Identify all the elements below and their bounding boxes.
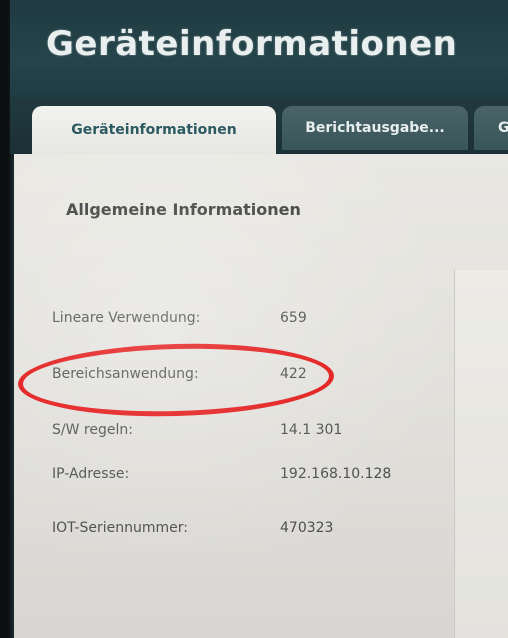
app-header: Geräteinformationen xyxy=(10,0,508,98)
info-panel: Allgemeine Informationen Lineare Verwend… xyxy=(14,154,508,638)
info-row-ip-address: IP-Adresse: 192.168.10.128 xyxy=(14,462,434,490)
page-title: Geräteinformationen xyxy=(46,24,458,64)
info-value: 659 xyxy=(280,310,307,326)
info-label: S/W regeln: xyxy=(52,422,133,438)
info-label: IP-Adresse: xyxy=(52,466,130,482)
device-screen: Geräteinformationen Geräteinformationen … xyxy=(0,0,508,638)
tab-berichtausgabe[interactable]: Berichtausgabe... xyxy=(282,106,468,150)
side-panel xyxy=(454,270,508,638)
info-label: Lineare Verwendung: xyxy=(52,310,201,326)
tab-third[interactable]: G xyxy=(474,106,508,150)
info-row-iot-serial: IOT-Seriennummer: 470323 xyxy=(14,516,434,544)
info-value: 470323 xyxy=(280,520,334,536)
info-value: 14.1 301 xyxy=(280,422,343,438)
info-row-linear-usage: Lineare Verwendung: 659 xyxy=(14,306,434,334)
info-value: 192.168.10.128 xyxy=(280,466,392,482)
section-title: Allgemeine Informationen xyxy=(66,200,301,219)
info-label: IOT-Seriennummer: xyxy=(52,520,188,536)
highlight-ellipse-annotation xyxy=(17,339,335,421)
info-row-sw-rules: S/W regeln: 14.1 301 xyxy=(14,418,434,446)
tab-geraeteinformationen[interactable]: Geräteinformationen xyxy=(32,106,276,154)
tab-bar: Geräteinformationen Berichtausgabe... G xyxy=(10,98,508,154)
